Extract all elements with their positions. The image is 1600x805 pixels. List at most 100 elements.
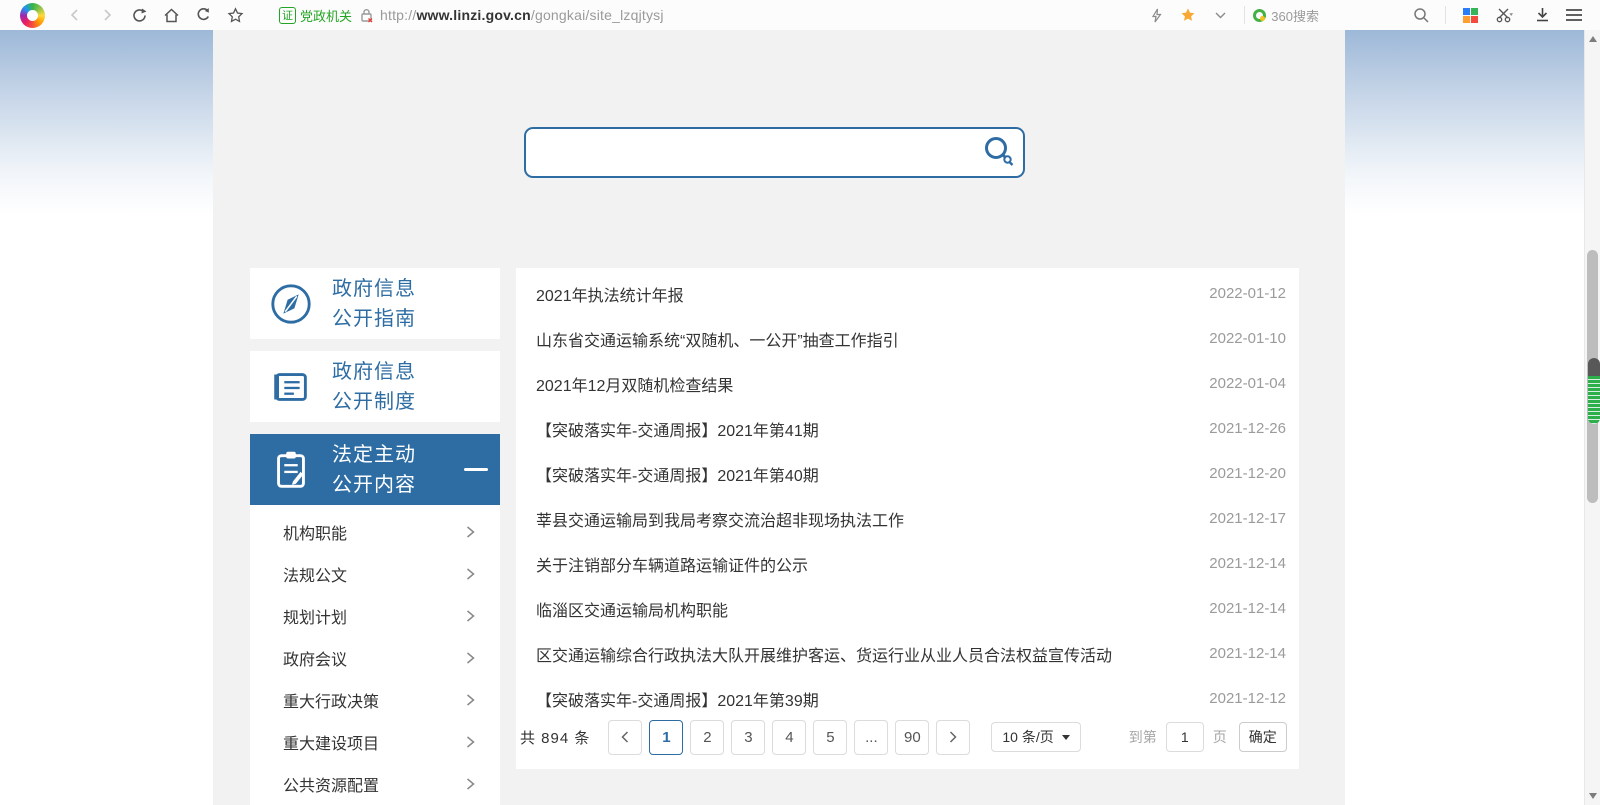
article-title[interactable]: 关于注销部分车辆道路运输证件的公示 bbox=[536, 552, 1189, 576]
submenu-item[interactable]: 规划计划 bbox=[250, 595, 500, 637]
quick-access-lightning-icon[interactable] bbox=[1140, 2, 1172, 28]
document-icon bbox=[268, 364, 314, 410]
article-row[interactable]: 莘县交通运输局到我局考察交流治超非现场执法工作 2021-12-17 bbox=[516, 496, 1299, 541]
clipboard-icon bbox=[268, 447, 314, 493]
sidebar-card-label: 政府信息 公开制度 bbox=[332, 360, 416, 413]
page-size-label: 10 条/页 bbox=[1002, 729, 1054, 745]
scrollbar-thumb[interactable] bbox=[1587, 250, 1600, 503]
sidebar-card-rules[interactable]: 政府信息 公开制度 bbox=[250, 351, 500, 422]
page-number-button[interactable]: 2 bbox=[690, 719, 725, 755]
submenu-item[interactable]: 重大建设项目 bbox=[250, 721, 500, 763]
article-row[interactable]: 山东省交通运输系统“双随机、一公开”抽查工作指引 2022-01-10 bbox=[516, 316, 1299, 361]
collapse-minus-icon[interactable] bbox=[464, 468, 488, 471]
home-button[interactable] bbox=[155, 2, 187, 28]
prev-page-button[interactable] bbox=[608, 719, 643, 755]
article-row[interactable]: 2021年执法统计年报 2022-01-12 bbox=[516, 271, 1299, 316]
page-size-select[interactable]: 10 条/页 bbox=[991, 722, 1081, 752]
submenu-item[interactable]: 重大行政决策 bbox=[250, 679, 500, 721]
chevron-right-icon bbox=[950, 731, 957, 743]
magnifier-key-icon bbox=[985, 136, 1014, 166]
refresh-button[interactable] bbox=[123, 2, 155, 28]
submenu-item-label: 规划计划 bbox=[283, 610, 348, 627]
page-number-button[interactable]: 90 bbox=[895, 719, 930, 755]
submenu-item-label: 机构职能 bbox=[283, 526, 348, 543]
article-row[interactable]: 区交通运输综合行政执法大队开展维护客运、货运行业从业人员合法权益宣传活动 202… bbox=[516, 631, 1299, 676]
article-list-panel: 2021年执法统计年报 2022-01-12 山东省交通运输系统“双随机、一公开… bbox=[516, 268, 1299, 769]
back-button[interactable] bbox=[59, 2, 91, 28]
article-title[interactable]: 【突破落实年-交通周报】2021年第41期 bbox=[536, 417, 1189, 441]
search-engine-label: 360搜索 bbox=[1271, 8, 1319, 24]
next-page-button[interactable] bbox=[936, 719, 971, 755]
article-date: 2022-01-04 bbox=[1209, 375, 1286, 392]
page-number-button[interactable]: ... bbox=[854, 719, 889, 755]
article-title[interactable]: 临淄区交通运输局机构职能 bbox=[536, 597, 1189, 621]
page-number-button[interactable]: 5 bbox=[813, 719, 848, 755]
page-scrollbar[interactable] bbox=[1584, 30, 1600, 805]
chevron-left-icon bbox=[621, 731, 629, 743]
goto-suffix-label: 页 bbox=[1212, 729, 1227, 745]
download-icon[interactable] bbox=[1526, 2, 1558, 28]
undo-button[interactable] bbox=[187, 2, 219, 28]
submenu-item[interactable]: 法规公文 bbox=[250, 553, 500, 595]
site-search-button[interactable] bbox=[977, 129, 1023, 176]
chevron-right-icon bbox=[467, 652, 475, 664]
search-engine-360-icon bbox=[1253, 8, 1267, 22]
submenu-item[interactable]: 公共资源配置 bbox=[250, 763, 500, 805]
article-date: 2021-12-20 bbox=[1209, 465, 1286, 482]
article-title[interactable]: 莘县交通运输局到我局考察交流治超非现场执法工作 bbox=[536, 507, 1189, 531]
sidebar-card-proactive-disclosure[interactable]: 法定主动 公开内容 bbox=[250, 434, 500, 505]
article-row[interactable]: 临淄区交通运输局机构职能 2021-12-14 bbox=[516, 586, 1299, 631]
scroll-up-arrow-icon[interactable] bbox=[1589, 36, 1597, 42]
insecure-lock-icon bbox=[360, 8, 373, 23]
submenu-item[interactable]: 政府会议 bbox=[250, 637, 500, 679]
article-title[interactable]: 山东省交通运输系统“双随机、一公开”抽查工作指引 bbox=[536, 327, 1189, 351]
article-date: 2021-12-14 bbox=[1209, 555, 1286, 572]
page-number-button[interactable]: 1 bbox=[649, 719, 684, 755]
article-title[interactable]: 【突破落实年-交通周报】2021年第39期 bbox=[536, 687, 1189, 711]
screenshot-stage: 证 党政机关 http://www.linzi.gov.cn/gongkai/s… bbox=[0, 0, 1600, 805]
scroll-down-arrow-icon[interactable] bbox=[1589, 793, 1597, 799]
submenu-item[interactable]: 机构职能 bbox=[250, 511, 500, 553]
article-rows: 2021年执法统计年报 2022-01-12 山东省交通运输系统“双随机、一公开… bbox=[516, 268, 1299, 721]
goto-confirm-button[interactable]: 确定 bbox=[1238, 722, 1287, 752]
article-row[interactable]: 【突破落实年-交通周报】2021年第39期 2021-12-12 bbox=[516, 676, 1299, 721]
sidebar-card-label: 法定主动 公开内容 bbox=[332, 443, 416, 496]
toolbar-search-icon[interactable] bbox=[1405, 2, 1437, 28]
address-bar[interactable]: 证 党政机关 http://www.linzi.gov.cn/gongkai/s… bbox=[279, 6, 664, 25]
menu-hamburger-icon[interactable] bbox=[1558, 2, 1590, 28]
browser-logo-icon[interactable] bbox=[20, 2, 45, 28]
webpage-viewport: 政府信息 公开指南 政府信息 公开制度 法定主动 公开内容 机构职能 法规公文 … bbox=[0, 30, 1600, 805]
goto-page-group: 到第 页 确定 bbox=[1129, 722, 1287, 752]
submenu-item-label: 公共资源配置 bbox=[283, 778, 380, 795]
article-title[interactable]: 2021年12月双随机检查结果 bbox=[536, 372, 1189, 396]
search-engine-selector[interactable]: 360搜索 bbox=[1253, 6, 1319, 25]
article-row[interactable]: 【突破落实年-交通周报】2021年第40期 2021-12-20 bbox=[516, 451, 1299, 496]
content-column: 政府信息 公开指南 政府信息 公开制度 法定主动 公开内容 机构职能 法规公文 … bbox=[213, 30, 1345, 805]
chevron-down-icon[interactable] bbox=[1204, 2, 1236, 28]
site-category-label: 党政机关 bbox=[300, 8, 353, 24]
article-row[interactable]: 【突破落实年-交通周报】2021年第41期 2021-12-26 bbox=[516, 406, 1299, 451]
chevron-right-icon bbox=[467, 526, 475, 538]
sidebar-card-guide[interactable]: 政府信息 公开指南 bbox=[250, 268, 500, 339]
article-date: 2022-01-12 bbox=[1209, 285, 1286, 302]
goto-page-input[interactable] bbox=[1165, 722, 1204, 752]
chevron-right-icon bbox=[467, 736, 475, 748]
bookmark-star-button[interactable] bbox=[219, 2, 251, 28]
forward-button[interactable] bbox=[91, 2, 123, 28]
page-number-button[interactable]: 4 bbox=[772, 719, 807, 755]
article-row[interactable]: 2021年12月双随机检查结果 2022-01-04 bbox=[516, 361, 1299, 406]
article-title[interactable]: 区交通运输综合行政执法大队开展维护客运、货运行业从业人员合法权益宣传活动 bbox=[536, 642, 1189, 666]
screenshot-scissors-icon[interactable] bbox=[1486, 2, 1526, 28]
article-title[interactable]: 2021年执法统计年报 bbox=[536, 282, 1189, 306]
apps-grid-icon[interactable] bbox=[1454, 2, 1486, 28]
site-search-box bbox=[524, 127, 1025, 178]
article-title[interactable]: 【突破落实年-交通周报】2021年第40期 bbox=[536, 462, 1189, 486]
article-row[interactable]: 关于注销部分车辆道路运输证件的公示 2021-12-14 bbox=[516, 541, 1299, 586]
site-search-input[interactable] bbox=[526, 129, 977, 176]
scrollbar-green-grip[interactable] bbox=[1588, 358, 1600, 424]
article-date: 2021-12-17 bbox=[1209, 510, 1286, 527]
site-verification-badge: 证 bbox=[279, 6, 296, 24]
favorite-star-icon[interactable] bbox=[1172, 2, 1204, 28]
page-number-button[interactable]: 3 bbox=[731, 719, 766, 755]
article-date: 2021-12-12 bbox=[1209, 690, 1286, 707]
